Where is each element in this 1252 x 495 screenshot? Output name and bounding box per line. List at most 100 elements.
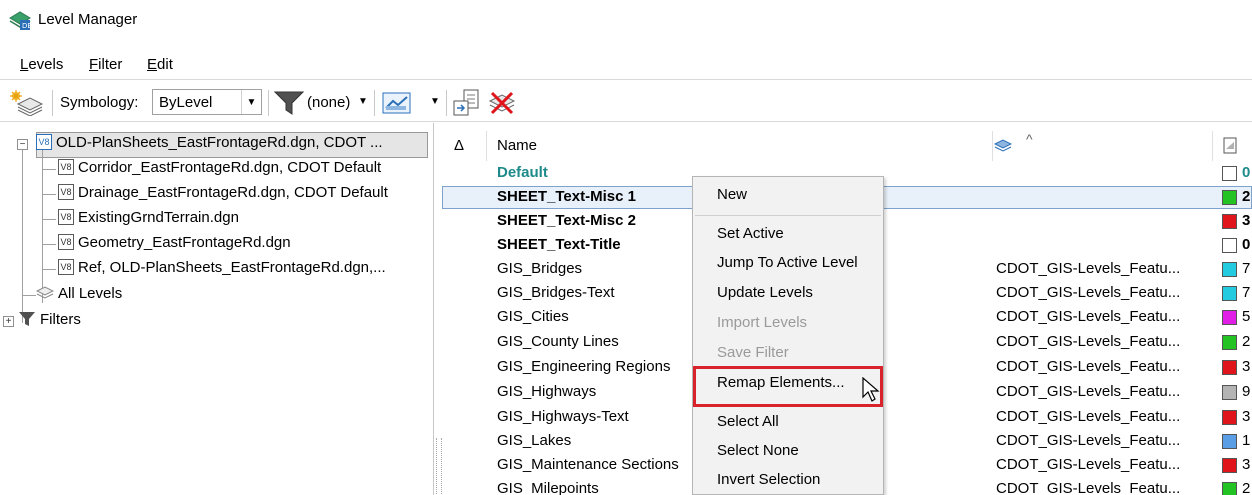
- menu-levels[interactable]: Levels: [18, 56, 65, 73]
- color-swatch[interactable]: [1222, 482, 1237, 495]
- toolbar-separator: [374, 90, 375, 116]
- tree-item-file[interactable]: V8 Drainage_EastFrontageRd.dgn, CDOT Defa…: [58, 183, 388, 207]
- menu-item-import-levels[interactable]: Import Levels: [717, 314, 807, 331]
- level-name: Default: [497, 164, 548, 181]
- color-swatch[interactable]: [1222, 385, 1237, 400]
- color-number: 9: [1242, 383, 1251, 400]
- menu-filter[interactable]: Filter: [87, 56, 124, 73]
- tree-connector: [42, 169, 56, 170]
- new-level-icon[interactable]: [10, 90, 44, 116]
- menu-item-update-levels[interactable]: Update Levels: [717, 284, 813, 301]
- color-column-icon[interactable]: [1222, 137, 1238, 155]
- color-number: 3: [1242, 408, 1251, 425]
- level-name: GIS_County Lines: [497, 333, 619, 350]
- menu-bar: Levels Filter Edit: [0, 52, 1252, 80]
- symbology-label: Symbology:: [60, 94, 139, 111]
- tree-connector: [22, 145, 23, 323]
- v8-file-icon: V8: [58, 259, 74, 276]
- menu-item-save-filter[interactable]: Save Filter: [717, 344, 789, 361]
- tree-item-file[interactable]: V8 Ref, OLD-PlanSheets_EastFrontageRd.dgn…: [58, 258, 386, 282]
- level-file: CDOT_GIS-Levels_Featu...: [996, 456, 1181, 473]
- tree-item-label: ExistingGrndTerrain.dgn: [78, 208, 239, 226]
- level-file: CDOT_GIS-Levels_Featu...: [996, 480, 1181, 495]
- level-file: CDOT_GIS-Levels_Featu...: [996, 358, 1181, 375]
- tree-pane: − V8 OLD-PlanSheets_EastFrontageRd.dgn, C…: [0, 123, 434, 495]
- color-number: 7: [1242, 260, 1251, 277]
- tree-item-label: Geometry_EastFrontageRd.dgn: [78, 233, 291, 251]
- menu-item-invert-selection[interactable]: Invert Selection: [717, 471, 820, 488]
- window-title: Level Manager: [38, 11, 138, 28]
- tree-item-all-levels[interactable]: All Levels: [35, 284, 123, 308]
- color-number: 2: [1242, 480, 1251, 495]
- tree-connector: [42, 194, 56, 195]
- tree-connector: [42, 269, 56, 270]
- v8-file-icon: V8: [36, 134, 52, 151]
- filter-funnel-icon[interactable]: [274, 90, 304, 116]
- mouse-cursor-icon: [862, 377, 880, 402]
- title-bar: DB Level Manager: [0, 0, 1252, 40]
- toolbar: Symbology: ByLevel ▼ (none) ▼ ▼: [0, 82, 1252, 122]
- tree-item-label: Corridor_EastFrontageRd.dgn, CDOT Defaul…: [78, 158, 382, 176]
- level-file: CDOT_GIS-Levels_Featu...: [996, 260, 1181, 277]
- color-number: 2: [1242, 333, 1251, 350]
- level-name: SHEET_Text-Title: [497, 236, 621, 253]
- tree-item-file[interactable]: V8 Corridor_EastFrontageRd.dgn, CDOT Defa…: [58, 158, 381, 182]
- levels-stack-icon: [35, 286, 55, 299]
- color-swatch[interactable]: [1222, 190, 1237, 205]
- level-file: CDOT_GIS-Levels_Featu...: [996, 432, 1181, 449]
- level-name: GIS_Highways: [497, 383, 597, 400]
- color-number: 1: [1242, 432, 1251, 449]
- tree-item-label: OLD-PlanSheets_EastFrontageRd.dgn, CDOT …: [56, 133, 383, 151]
- file-column-icon[interactable]: [994, 139, 1012, 153]
- v8-file-icon: V8: [58, 209, 74, 226]
- expand-icon[interactable]: +: [3, 316, 14, 327]
- color-swatch[interactable]: [1222, 310, 1237, 325]
- level-file: CDOT_GIS-Levels_Featu...: [996, 308, 1181, 325]
- chevron-down-icon[interactable]: ▼: [430, 96, 440, 107]
- tree-connector: [42, 219, 56, 220]
- collapse-icon[interactable]: −: [17, 139, 28, 150]
- tree-item-filters[interactable]: Filters: [18, 310, 81, 334]
- color-swatch[interactable]: [1222, 335, 1237, 350]
- menu-item-select-all[interactable]: Select All: [717, 413, 779, 430]
- tree-connector: [42, 244, 56, 245]
- color-swatch[interactable]: [1222, 434, 1237, 449]
- level-file: CDOT_GIS-Levels_Featu...: [996, 408, 1181, 425]
- tree-item-file[interactable]: V8 Geometry_EastFrontageRd.dgn: [58, 233, 291, 257]
- import-levels-icon[interactable]: [452, 89, 482, 117]
- color-swatch[interactable]: [1222, 410, 1237, 425]
- menu-item-jump-to-active-level[interactable]: Jump To Active Level: [717, 254, 858, 271]
- column-divider: [486, 131, 487, 161]
- chevron-down-icon[interactable]: ▼: [358, 96, 368, 107]
- tree-item-label: All Levels: [58, 284, 123, 302]
- column-divider: [992, 131, 993, 161]
- level-manager-icon: DB: [9, 11, 32, 30]
- menu-item-set-active[interactable]: Set Active: [717, 225, 784, 242]
- column-divider: [1212, 131, 1213, 161]
- menu-item-new[interactable]: New: [717, 186, 747, 203]
- level-name: GIS_Highways-Text: [497, 408, 629, 425]
- color-swatch[interactable]: [1222, 286, 1237, 301]
- level-name: GIS_Maintenance Sections: [497, 456, 679, 473]
- filter-value[interactable]: (none): [307, 94, 350, 111]
- display-options-icon[interactable]: [382, 91, 412, 115]
- level-file: CDOT_GIS-Levels_Featu...: [996, 333, 1181, 350]
- color-swatch[interactable]: [1222, 458, 1237, 473]
- level-file: CDOT_GIS-Levels_Featu...: [996, 284, 1181, 301]
- color-swatch[interactable]: [1222, 262, 1237, 277]
- level-name: GIS_Cities: [497, 308, 569, 325]
- color-swatch[interactable]: [1222, 214, 1237, 229]
- symbology-select[interactable]: ByLevel ▼: [152, 89, 262, 115]
- color-number: 3: [1242, 456, 1251, 473]
- tree-item-root[interactable]: V8 OLD-PlanSheets_EastFrontageRd.dgn, CDO…: [36, 133, 383, 157]
- tree-item-file[interactable]: V8 ExistingGrndTerrain.dgn: [58, 208, 239, 232]
- color-number: 5: [1242, 308, 1251, 325]
- menu-edit[interactable]: Edit: [145, 56, 175, 73]
- color-number: 2: [1242, 188, 1251, 205]
- level-file: CDOT_GIS-Levels_Featu...: [996, 383, 1181, 400]
- menu-item-select-none[interactable]: Select None: [717, 442, 799, 459]
- color-swatch[interactable]: [1222, 166, 1237, 181]
- delete-level-icon[interactable]: [486, 89, 518, 117]
- color-swatch[interactable]: [1222, 360, 1237, 375]
- color-swatch[interactable]: [1222, 238, 1237, 253]
